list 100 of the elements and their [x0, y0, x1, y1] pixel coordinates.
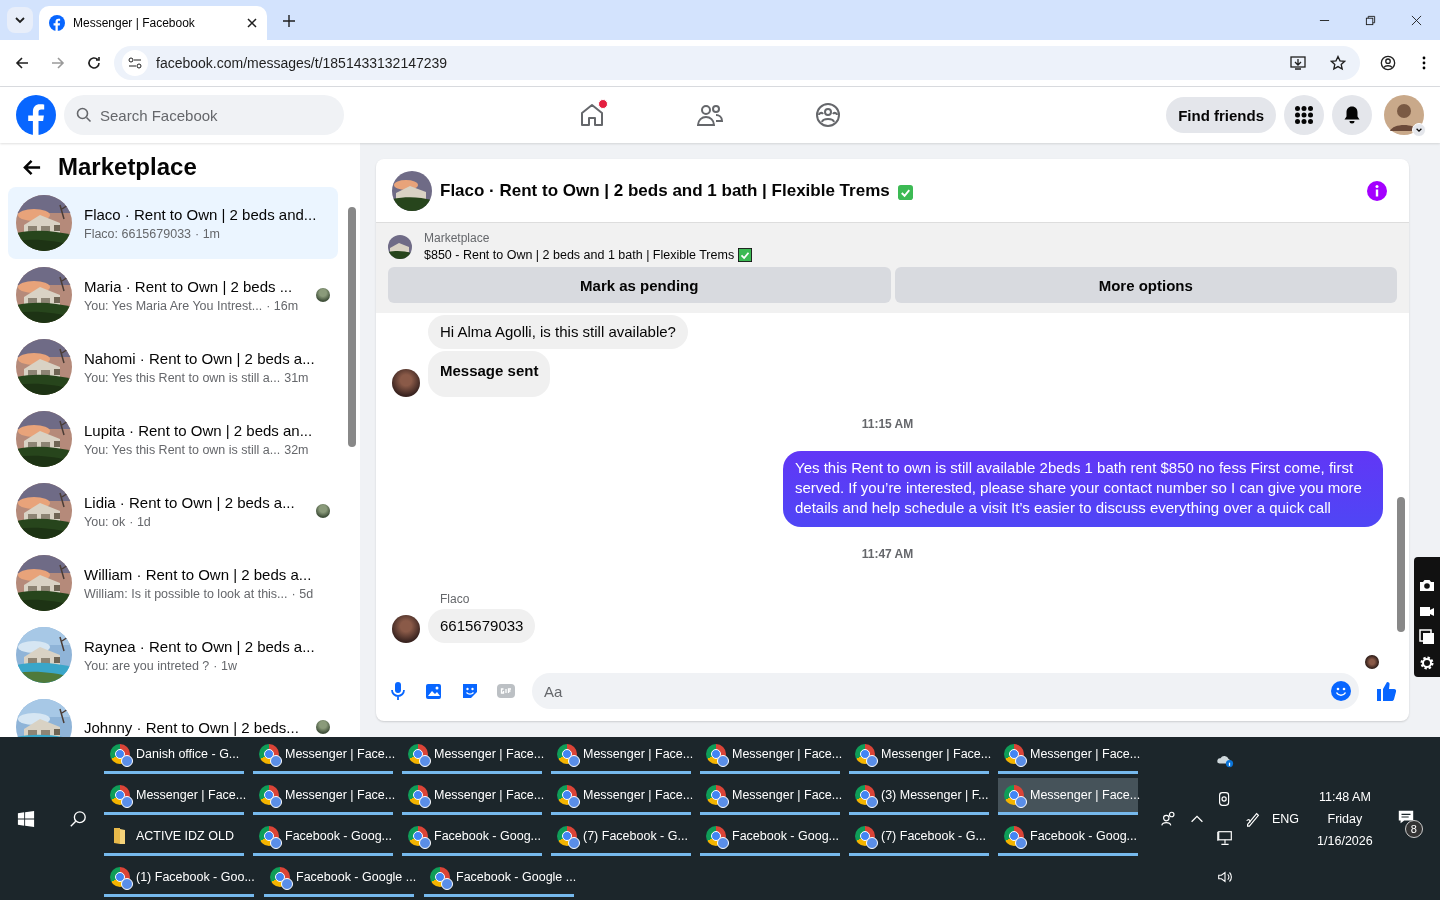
new-tab-icon[interactable]	[283, 15, 295, 27]
sender-name: Flaco	[440, 592, 470, 606]
window-title: (1) Facebook - Goo...	[136, 870, 255, 884]
info-icon[interactable]	[1367, 180, 1387, 201]
taskbar-window-button[interactable]: ACTIVE IDZ OLD	[104, 819, 244, 856]
taskbar-window-button[interactable]: Facebook - Goog...	[253, 819, 393, 856]
conversation-item[interactable]: Raynea · Rent to Own | 2 beds a... You: are you intreted ? · 1w	[8, 619, 338, 691]
taskbar-window-button[interactable]: Facebook - Goog...	[700, 819, 840, 856]
taskbar-window-button[interactable]: Messenger | Face...	[104, 778, 244, 815]
thumbs-up-icon[interactable]	[1375, 680, 1397, 702]
close-icon[interactable]	[1411, 15, 1422, 26]
clock-time[interactable]: 11:48 AM	[1318, 789, 1371, 804]
search-field[interactable]: Search Facebook	[64, 95, 344, 135]
home-icon[interactable]	[578, 101, 606, 129]
windows-start-icon[interactable]	[17, 809, 35, 828]
taskbar-window-button[interactable]: Facebook - Google ...	[264, 860, 414, 897]
windows-icon[interactable]	[1419, 629, 1435, 645]
message-bubble: 6615679033	[428, 609, 536, 643]
url-text: facebook.com/messages/t/1851433132147239	[156, 55, 448, 71]
browser-tab[interactable]: Messenger | Facebook	[39, 6, 267, 40]
taskbar-window-button[interactable]: (3) Messenger | F...	[849, 778, 989, 815]
conversation-item[interactable]: Nahomi · Rent to Own | 2 beds a... You: Yes this Rent to own is still a... 31m	[8, 331, 338, 403]
sticker-icon[interactable]	[460, 681, 480, 701]
facebook-logo-icon	[49, 15, 65, 31]
taskbar-window-button[interactable]: Messenger | Face...	[849, 737, 989, 774]
scrollbar-thumb[interactable]	[1397, 497, 1405, 632]
taskbar-window-button[interactable]: (1) Facebook - Goo...	[104, 860, 254, 897]
emoji-icon[interactable]	[1331, 681, 1351, 701]
check-mark-icon	[897, 184, 913, 200]
reload-icon[interactable]	[86, 55, 102, 71]
conversation-item[interactable]: William · Rent to Own | 2 beds a... William: Is it possible to look at this... · 5d	[8, 547, 338, 619]
scrollbar-thumb[interactable]	[348, 207, 356, 447]
message-input[interactable]: Aa	[532, 673, 1359, 709]
profile-avatar[interactable]	[1384, 95, 1424, 135]
conversation-title: Raynea · Rent to Own | 2 beds a...	[84, 637, 316, 655]
caret-icon[interactable]	[1412, 123, 1426, 137]
restore-icon[interactable]	[1365, 15, 1376, 26]
clock-date[interactable]: 1/16/2026	[1317, 833, 1373, 848]
microphone-icon[interactable]	[388, 681, 408, 701]
network-icon[interactable]	[1216, 829, 1234, 847]
site-settings-icon[interactable]	[122, 50, 148, 76]
close-icon[interactable]	[247, 18, 257, 28]
search-icon[interactable]	[69, 809, 87, 828]
message-preview: William: Is it possible to look at this...	[84, 586, 288, 601]
address-bar[interactable]: facebook.com/messages/t/1851433132147239	[114, 46, 1360, 80]
window-title: Messenger | Face...	[136, 788, 247, 802]
taskbar-window-button[interactable]: Facebook - Goog...	[402, 819, 542, 856]
camera-icon[interactable]	[1419, 577, 1435, 593]
browser-icon	[706, 785, 726, 805]
taskbar-window-button[interactable]: Messenger | Face...	[402, 737, 542, 774]
volume-icon[interactable]	[1216, 868, 1234, 886]
taskbar-window-button[interactable]: Messenger | Face...	[700, 778, 840, 815]
taskbar-window-button[interactable]: Messenger | Face...	[402, 778, 542, 815]
taskbar-window-button[interactable]: Danish office - G...	[104, 737, 244, 774]
message-preview: You: Yes this Rent to own is still a...	[84, 442, 281, 457]
star-icon[interactable]	[1330, 55, 1346, 71]
groups-icon[interactable]	[814, 101, 842, 129]
taskbar-window-button[interactable]: Messenger | Face...	[253, 737, 393, 774]
profile-icon[interactable]	[1380, 55, 1396, 71]
conversation-item[interactable]: Flaco · Rent to Own | 2 beds and... Flaco: 6615679033 · 1m	[8, 187, 338, 259]
tab-list-button[interactable]	[7, 7, 33, 33]
window-title: Messenger | Face...	[285, 788, 396, 802]
taskbar-window-button[interactable]: Messenger | Face...	[998, 737, 1138, 774]
install-app-icon[interactable]	[1290, 55, 1306, 71]
language-indicator[interactable]: ENG	[1272, 811, 1300, 826]
conversation-item[interactable]: Lidia · Rent to Own | 2 beds a... You: ok · 1d	[8, 475, 338, 547]
forward-icon[interactable]	[50, 55, 66, 71]
back-arrow-icon[interactable]	[23, 157, 42, 177]
taskbar-window-button[interactable]: Messenger | Face...	[253, 778, 393, 815]
window-title: ACTIVE IDZ OLD	[136, 829, 234, 843]
taskbar-window-button[interactable]: Facebook - Google ...	[424, 860, 574, 897]
conversation-item[interactable]: Maria · Rent to Own | 2 beds ... You: Yes Maria Are You Intrest... · 16m	[8, 259, 338, 331]
conversation-title: Lidia · Rent to Own | 2 beds a...	[84, 493, 296, 511]
conversation-item[interactable]: Lupita · Rent to Own | 2 beds an... You: Yes this Rent to own is still a... 32m	[8, 403, 338, 475]
find-friends-button[interactable]: Find friends	[1166, 97, 1276, 133]
taskbar-window-button[interactable]: Messenger | Face...	[551, 737, 691, 774]
window-title: Messenger | Face...	[732, 788, 843, 802]
taskbar-window-button[interactable]: Messenger | Face...	[700, 737, 840, 774]
taskbar-window-button[interactable]: Messenger | Face...	[551, 778, 691, 815]
facebook-logo-icon[interactable]	[16, 95, 56, 135]
message-time: · 1d	[129, 514, 151, 529]
menu-button[interactable]	[1284, 95, 1324, 135]
image-icon[interactable]	[424, 681, 444, 701]
message-time: · 1w	[213, 658, 237, 673]
notifications-button[interactable]	[1332, 95, 1372, 135]
taskbar-window-button[interactable]: Facebook - Goog...	[998, 819, 1138, 856]
window-title: (7) Facebook - G...	[583, 829, 688, 843]
taskbar-window-button[interactable]: (7) Facebook - G...	[849, 819, 989, 856]
taskbar-window-button[interactable]: Messenger | Face...	[998, 778, 1138, 815]
settings-icon[interactable]	[1419, 655, 1435, 671]
listing-action-button[interactable]: More options	[894, 267, 1397, 303]
back-icon[interactable]	[14, 55, 30, 71]
clock-day[interactable]: Friday	[1327, 811, 1363, 826]
listing-action-button[interactable]: Mark as pending	[388, 267, 891, 303]
read-receipt-icon	[1365, 655, 1379, 669]
browser-icon	[706, 826, 726, 846]
taskbar-window-button[interactable]: (7) Facebook - G...	[551, 819, 691, 856]
people-icon[interactable]	[1160, 809, 1178, 828]
window-title: Messenger | Face...	[583, 747, 694, 761]
message-bubble: Yes this Rent to own is still available 2beds 1 bath rent $850 no fess First come, first served. If you’re interested, please share your contact number so I can give you more details and help schedule a visit It’s easier to discuss everything over a quick call	[783, 451, 1383, 527]
